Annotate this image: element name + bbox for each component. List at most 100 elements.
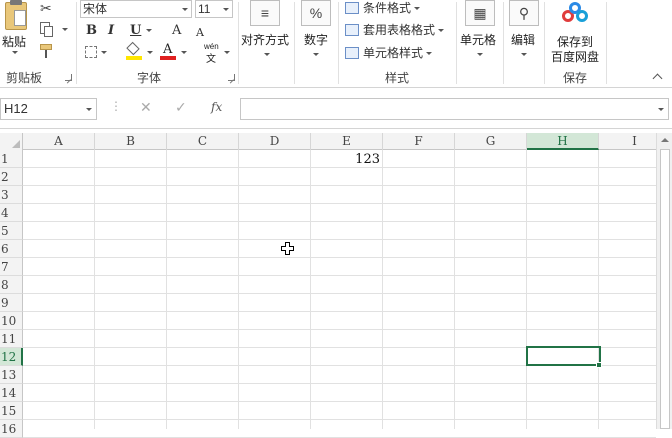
row-header-5[interactable]: 5 [0,222,23,240]
bold-button[interactable]: B [86,24,97,38]
column-header-a[interactable]: A [23,133,95,150]
cell-styles-button[interactable]: 单元格样式 [345,45,433,61]
column-gridline [598,150,599,429]
editing-button[interactable]: ⚲ 编辑 [507,0,541,62]
scroll-up-icon[interactable] [661,138,669,142]
format-painter-icon[interactable] [40,44,54,58]
cancel-icon[interactable]: ✕ [140,99,152,116]
cells-grid-icon: ▦ [465,0,495,26]
clipboard-group-label: 剪贴板 [6,71,43,85]
row-gridline [23,419,656,420]
font-name-combo[interactable]: 宋体 [80,0,192,18]
font-size-combo[interactable]: 11 [195,0,233,18]
fill-color-icon[interactable] [126,41,142,60]
enter-icon[interactable]: ✓ [175,99,187,116]
cell-styles-label: 单元格样式 [363,46,424,60]
row-header-6[interactable]: 6 [0,240,23,258]
row-header-3[interactable]: 3 [0,186,23,204]
shrink-font-button[interactable]: A [196,26,204,40]
column-header-d[interactable]: D [239,133,311,150]
row-header-13[interactable]: 13 [0,366,23,384]
row-gridline [23,275,656,276]
format-as-table-button[interactable]: 套用表格格式 [345,22,445,38]
row-header-7[interactable]: 7 [0,258,23,276]
column-gridline [166,150,167,429]
paste-button[interactable]: 粘贴 [2,0,30,54]
column-gridline [382,150,383,429]
clipboard-launcher-icon[interactable] [65,74,72,81]
borders-icon[interactable] [85,46,97,58]
row-header-15[interactable]: 15 [0,402,23,420]
number-label: 数字 [304,33,329,47]
row-header-12[interactable]: 12 [0,348,23,366]
cell-styles-icon [345,47,359,59]
row-header-2[interactable]: 2 [0,168,23,186]
row-header-4[interactable]: 4 [0,204,23,222]
ribbon: 粘贴 ✂ 剪贴板 宋体 11 B I U A A A wén 文 字体 ≡ 对齐… [0,0,672,88]
row-header-8[interactable]: 8 [0,276,23,294]
column-header-c[interactable]: C [167,133,239,150]
styles-group-label: 样式 [385,71,410,85]
collapse-ribbon-icon[interactable] [652,72,663,84]
save-to-baidu-button[interactable]: 保存到 百度网盘 [548,0,604,64]
number-format-button[interactable]: % 数字 [298,0,334,62]
cell-select-cursor-icon [281,242,294,255]
column-headers: ABCDEFGHI [0,133,671,150]
row-header-11[interactable]: 11 [0,330,23,348]
row-header-9[interactable]: 9 [0,294,23,312]
fill-handle[interactable] [596,362,602,368]
column-header-h[interactable]: H [527,133,599,150]
cells-button[interactable]: ▦ 单元格 [459,0,501,62]
row-header-10[interactable]: 10 [0,312,23,330]
alignment-button[interactable]: ≡ 对齐方式 [240,0,292,62]
save-label-line2: 百度网盘 [551,50,600,64]
cells-label: 单元格 [460,33,497,47]
font-group-label: 字体 [137,71,162,85]
table-format-icon [345,24,359,36]
formula-input[interactable] [240,98,669,120]
cut-icon[interactable]: ✂ [40,0,52,17]
row-header-16[interactable]: 16 [0,420,23,438]
conditional-formatting-button[interactable]: 条件格式 [345,0,421,16]
scrollbar-thumb[interactable] [660,149,670,429]
column-gridline [454,150,455,429]
baidu-cloud-icon [562,2,588,26]
editing-label: 编辑 [511,33,536,47]
row-gridline [23,203,656,204]
name-box[interactable]: H12 [0,98,97,120]
underline-button[interactable]: U [130,24,141,38]
worksheet-grid[interactable]: ABCDEFGHI 1 2 3 4 5 6 7 8 9 10 11 12 13 14 15 16 123 [0,128,672,438]
name-box-dropdown-icon[interactable] [86,108,92,111]
cell-e1[interactable]: 123 [311,151,382,168]
select-all-button[interactable] [0,133,23,150]
font-launcher-icon[interactable] [228,74,235,81]
row-header-1[interactable]: 1 [0,150,23,168]
copy-icon[interactable] [40,22,68,37]
conditional-formatting-icon [345,2,359,14]
format-as-table-label: 套用表格格式 [363,23,436,37]
column-header-g[interactable]: G [455,133,527,150]
save-group-label: 保存 [563,71,588,85]
insert-function-icon[interactable]: fx [211,100,222,114]
active-cell-h12[interactable] [526,346,601,366]
row-gridline [23,221,656,222]
column-header-b[interactable]: B [95,133,167,150]
name-box-value: H12 [4,101,28,116]
font-color-icon[interactable]: A [160,42,176,60]
vertical-scrollbar[interactable] [656,133,672,429]
percent-icon: % [301,0,331,26]
column-header-f[interactable]: F [383,133,455,150]
paste-label: 粘贴 [2,35,27,49]
row-header-14[interactable]: 14 [0,384,23,402]
font-color-glyph: A [163,42,173,57]
formula-bar: H12 ⋮ ✕ ✓ fx [0,88,672,128]
row-gridline [23,239,656,240]
row-gridline [23,185,656,186]
column-header-e[interactable]: E [311,133,383,150]
expand-formula-icon[interactable] [658,108,664,111]
italic-button[interactable]: I [108,24,114,38]
font-size-value: 11 [198,2,211,16]
grow-font-button[interactable]: A [172,24,181,38]
phonetic-bottom: 文 [206,54,216,65]
row-gridline [23,293,656,294]
